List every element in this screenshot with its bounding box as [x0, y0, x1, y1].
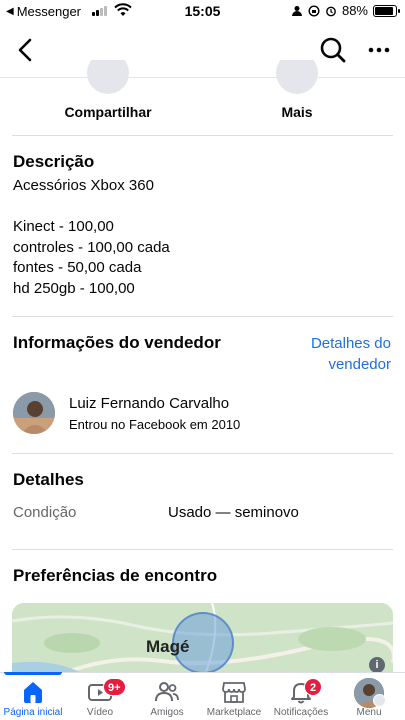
description-line: controles - 100,00 cada — [13, 238, 170, 256]
battery-icon — [373, 4, 400, 17]
more-icon — [276, 60, 318, 94]
tab-label: Menu — [356, 707, 382, 718]
back-triangle-icon: ◀ — [6, 6, 14, 17]
home-icon — [24, 682, 42, 703]
tab-notifications[interactable]: 2 Notificações — [268, 673, 334, 720]
more-horizontal-icon[interactable] — [367, 38, 391, 62]
divider — [12, 135, 393, 136]
seller-details-link-line: vendedor — [328, 356, 391, 373]
bottom-tab-bar: Página inicial 9+ Vídeo Amigos Marketpla… — [0, 672, 405, 720]
back-to-app[interactable]: ◀ Messenger — [6, 4, 81, 19]
notification-badge: 2 — [304, 678, 322, 696]
divider — [12, 316, 393, 317]
signal-icon — [92, 6, 107, 16]
seller-info-title: Informações do vendedor — [13, 333, 221, 352]
condition-label: Condição — [13, 504, 77, 521]
back-app-label: Messenger — [16, 4, 82, 19]
notification-badge: 9+ — [103, 678, 126, 696]
share-button[interactable]: Compartilhar — [48, 60, 168, 120]
status-bar: ◀ Messenger 15:05 88% — [0, 0, 405, 24]
description-line: Acessórios Xbox 360 — [13, 177, 154, 194]
description-line: fontes - 50,00 cada — [13, 259, 142, 276]
seller-details-link[interactable]: Detalhes do vendedor — [311, 333, 391, 375]
share-icon — [87, 60, 129, 94]
seller-name: Luiz Fernando Carvalho — [69, 395, 230, 412]
description-title: Descrição — [13, 152, 95, 171]
location-map[interactable]: Magé i — [12, 603, 393, 683]
listing-actions: Compartilhar Mais — [0, 60, 405, 136]
avatar-photo-icon — [13, 392, 55, 434]
seller-details-link-line: Detalhes do — [310, 335, 391, 352]
tab-menu[interactable]: Menu — [336, 673, 402, 720]
lock-rotation-icon — [308, 4, 320, 17]
description-line — [13, 197, 170, 218]
share-label: Compartilhar — [64, 104, 152, 120]
condition-value: Usado — seminovo — [168, 504, 299, 521]
more-label: Mais — [281, 104, 313, 120]
battery-percent: 88% — [341, 3, 368, 18]
more-button[interactable]: Mais — [237, 60, 357, 120]
active-tab-indicator — [4, 672, 62, 675]
description-line: hd 250gb - 100,00 — [13, 279, 135, 297]
meeting-preferences-title: Preferências de encontro — [13, 566, 218, 585]
info-icon[interactable]: i — [369, 657, 385, 673]
map-town-label: Magé — [146, 637, 190, 656]
alarm-icon — [326, 6, 336, 16]
marketplace-icon — [222, 682, 246, 703]
description-line: Kinect - 100,00 — [13, 218, 114, 235]
seller-profile[interactable]: Luiz Fernando Carvalho Entrou no Faceboo… — [13, 392, 393, 436]
menu-lines-icon — [373, 694, 386, 707]
friends-icon — [155, 682, 179, 702]
wifi-icon — [114, 3, 132, 16]
description-text: Acessórios Xbox 360 Kinect - 100,00 cont… — [13, 176, 170, 299]
details-title: Detalhes — [13, 470, 84, 489]
divider — [12, 453, 393, 454]
divider — [12, 549, 393, 550]
seller-joined: Entrou no Facebook em 2010 — [69, 417, 241, 432]
seller-avatar[interactable] — [13, 392, 55, 434]
person-icon — [291, 5, 302, 16]
